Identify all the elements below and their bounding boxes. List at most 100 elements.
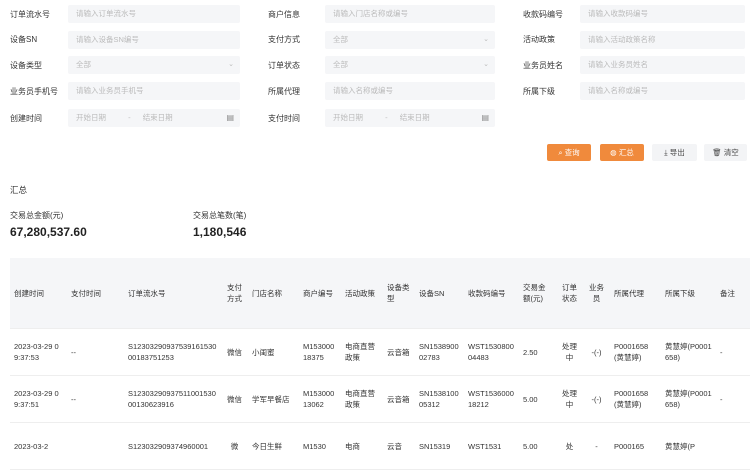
subordinate-label: 所属下级 <box>523 87 555 96</box>
merchant-input[interactable]: 请输入门店名称或编号 <box>325 5 495 23</box>
cell-agent: P000165 <box>610 422 661 470</box>
cell-device-sn: SN153890002783 <box>415 328 464 376</box>
cell-qrcode-no: WST1531 <box>464 422 519 470</box>
qrcode-no-label: 收款码编号 <box>523 10 563 19</box>
cell-merchant-no: M15300018375 <box>299 328 341 376</box>
table-row[interactable]: 2023-03-29 09:37:51 -- S1230329093751100… <box>10 375 750 423</box>
device-sn-input[interactable]: 请输入设备SN编号 <box>68 31 240 49</box>
cell-merchant-no: M1530 <box>299 422 341 470</box>
col-header: 商户编号 <box>299 258 341 329</box>
salesman-name-input[interactable]: 请输入业务员姓名 <box>580 56 745 74</box>
cell-amount: 2.50 <box>519 328 556 376</box>
device-type-value: 全部 <box>76 60 91 69</box>
salesman-phone-input[interactable]: 请输入业务员手机号 <box>68 82 240 100</box>
clear-button[interactable]: 🗑 清空 <box>704 144 747 161</box>
total-count-value: 1,180,546 <box>193 225 247 239</box>
cell-salesman: - <box>583 422 610 470</box>
orders-table: 创建时间 支付时间 订单流水号 支付方式 门店名称 商户编号 活动政策 设备类型… <box>10 258 750 470</box>
table-row[interactable]: 2023-03-29 09:37:53 -- S1230329093753916… <box>10 328 750 376</box>
salesman-name-label: 业务员姓名 <box>523 61 563 70</box>
order-status-select[interactable]: 全部 ⌄ <box>325 56 495 74</box>
pay-time-end: 结束日期 <box>399 113 430 122</box>
device-sn-label: 设备SN <box>10 35 38 44</box>
total-amount-value: 67,280,537.60 <box>10 225 87 239</box>
pay-time-range[interactable]: 开始日期 - 结束日期 ▤ <box>325 109 495 127</box>
col-header: 活动政策 <box>341 258 383 329</box>
cell-device-sn: SN153810005312 <box>415 375 464 423</box>
cell-remark: - <box>716 328 750 376</box>
cell-subordinate: 黄慧婷(P0001658) <box>661 328 716 376</box>
device-type-label: 设备类型 <box>10 61 42 70</box>
col-header: 交易金额(元) <box>519 258 556 329</box>
cell-device-type: 云音箱 <box>383 375 415 423</box>
create-time-end: 结束日期 <box>142 113 173 122</box>
col-header: 设备类型 <box>383 258 415 329</box>
cell-salesman: -(-) <box>583 328 610 376</box>
merchant-label: 商户信息 <box>268 10 300 19</box>
summary-icon: ◍ <box>610 148 617 157</box>
cell-pay-method: 微信 <box>221 328 248 376</box>
cell-create-time: 2023-03-2 <box>10 422 67 470</box>
create-time-range[interactable]: 开始日期 - 结束日期 ▤ <box>68 109 240 127</box>
summary-title: 汇总 <box>10 185 28 195</box>
calendar-icon: ▤ <box>481 113 489 122</box>
cell-merchant-no: M15300013062 <box>299 375 341 423</box>
agent-label: 所属代理 <box>268 87 300 96</box>
col-header: 创建时间 <box>10 258 67 329</box>
col-header: 订单流水号 <box>124 258 221 329</box>
col-header: 支付方式 <box>221 258 248 329</box>
pay-method-label: 支付方式 <box>268 35 300 44</box>
order-no-input[interactable]: 请输入订单流水号 <box>68 5 240 23</box>
query-button[interactable]: ⌕ 查询 <box>547 144 591 161</box>
col-header: 订单状态 <box>556 258 583 329</box>
cell-amount: 5.00 <box>519 422 556 470</box>
cell-amount: 5.00 <box>519 375 556 423</box>
cell-remark <box>716 422 750 470</box>
order-status-value: 全部 <box>333 60 348 69</box>
chevron-down-icon: ⌄ <box>483 61 489 68</box>
device-type-select[interactable]: 全部 ⌄ <box>68 56 240 74</box>
cell-device-sn: SN15319 <box>415 422 464 470</box>
cell-pay-time: -- <box>67 328 124 376</box>
create-time-label: 创建时间 <box>10 114 42 123</box>
calendar-icon: ▤ <box>226 113 234 122</box>
cell-pay-method: 微信 <box>221 375 248 423</box>
activity-input[interactable]: 请输入活动政策名称 <box>580 31 745 49</box>
cell-status: 处 <box>556 422 583 470</box>
chevron-down-icon: ⌄ <box>228 61 234 68</box>
col-header: 设备SN <box>415 258 464 329</box>
cell-store-name: 今日生鲜 <box>248 422 299 470</box>
table-row[interactable]: 2023-03-2 S123032909374960001 微 今日生鲜 M15… <box>10 422 750 470</box>
pay-time-start: 开始日期 <box>333 113 363 122</box>
qrcode-no-input[interactable]: 请输入收款码编号 <box>580 5 745 23</box>
create-time-start: 开始日期 <box>76 113 106 122</box>
pay-method-select[interactable]: 全部 ⌄ <box>325 31 495 49</box>
create-time-sep: - <box>128 113 131 122</box>
col-header: 支付时间 <box>67 258 124 329</box>
agent-input[interactable]: 请输入名称或编号 <box>325 82 495 100</box>
order-status-label: 订单状态 <box>268 61 300 70</box>
chevron-down-icon: ⌄ <box>483 36 489 43</box>
table-header-row: 创建时间 支付时间 订单流水号 支付方式 门店名称 商户编号 活动政策 设备类型… <box>10 258 750 329</box>
cell-order-no: S1230329093751100153000130623916 <box>124 375 221 423</box>
cell-pay-method: 微 <box>221 422 248 470</box>
cell-agent: P0001658(黄慧婷) <box>610 328 661 376</box>
cell-device-type: 云音箱 <box>383 328 415 376</box>
search-icon: ⌕ <box>558 148 563 157</box>
cell-pay-time: -- <box>67 375 124 423</box>
subordinate-input[interactable]: 请输入名称或编号 <box>580 82 745 100</box>
cell-qrcode-no: WST153080004483 <box>464 328 519 376</box>
summary-button[interactable]: ◍ 汇总 <box>600 144 644 161</box>
col-header: 门店名称 <box>248 258 299 329</box>
pay-time-label: 支付时间 <box>268 114 300 123</box>
cell-store-name: 学军早餐店 <box>248 375 299 423</box>
cell-create-time: 2023-03-29 09:37:53 <box>10 328 67 376</box>
export-button[interactable]: ⤓ 导出 <box>652 144 697 161</box>
total-count-label: 交易总笔数(笔) <box>193 211 247 220</box>
salesman-phone-label: 业务员手机号 <box>10 87 58 96</box>
cell-activity: 电商直营政策 <box>341 375 383 423</box>
pay-time-sep: - <box>385 113 388 122</box>
cell-activity: 电商直营政策 <box>341 328 383 376</box>
cell-agent: P0001658(黄慧婷) <box>610 375 661 423</box>
cell-order-no: S1230329093753916153000183751253 <box>124 328 221 376</box>
